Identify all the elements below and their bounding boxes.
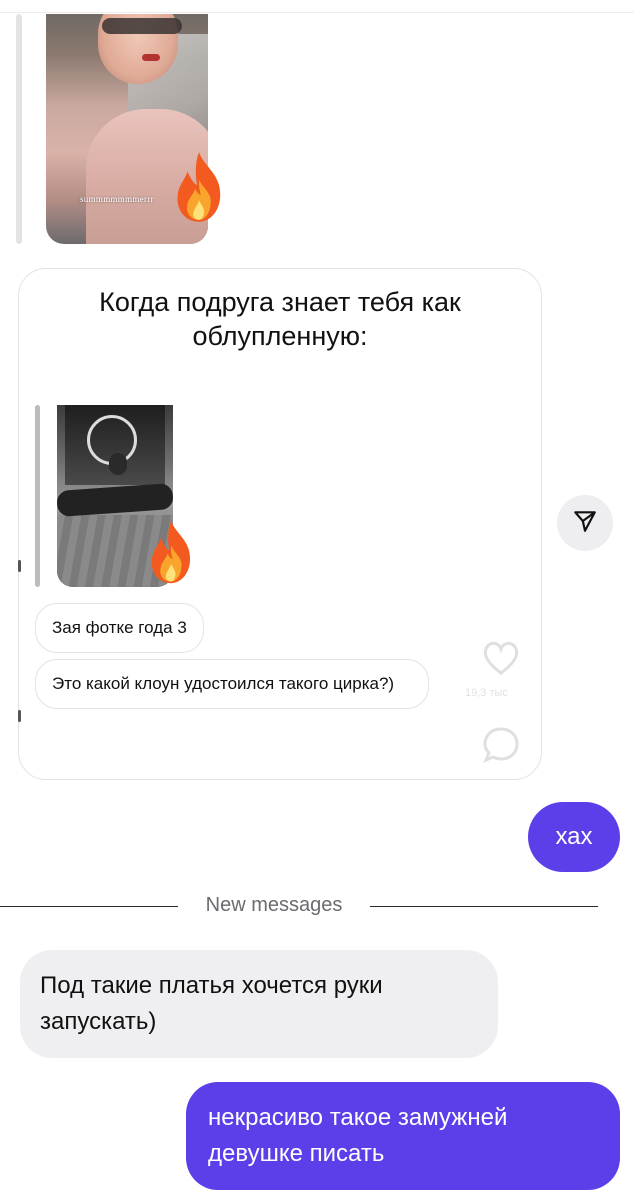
inner-photo-head xyxy=(109,453,127,475)
shared-post-title-line-2: облупленную: xyxy=(192,321,368,351)
message-incoming-1[interactable]: Под такие платья хочется руки запускать) xyxy=(20,950,498,1058)
card-edge-mark xyxy=(18,710,21,722)
shared-comment-2: Это какой клоун удостоился такого цирка?… xyxy=(35,659,429,709)
shared-comment-1: Зая фотке года 3 xyxy=(35,603,204,653)
message-text: некрасиво такое замужней девушке писать xyxy=(208,1104,508,1167)
message-text: Под такие платья хочется руки запускать) xyxy=(40,972,383,1035)
message-text: хах xyxy=(555,823,593,850)
new-messages-label: New messages xyxy=(205,894,343,916)
divider-line-left xyxy=(0,906,178,907)
paper-plane-icon xyxy=(572,508,598,539)
heart-icon xyxy=(481,641,521,675)
inner-fire-reaction-icon xyxy=(145,519,197,585)
card-edge-mark xyxy=(18,560,21,572)
top-divider xyxy=(0,12,634,13)
shared-post-title-line-1: Когда подруга знает тебя как xyxy=(99,287,461,317)
shared-post-card[interactable]: Когда подруга знает тебя как облупленную… xyxy=(18,268,542,780)
fire-reaction-icon xyxy=(170,150,228,224)
shared-post-title: Когда подруга знает тебя как облупленную… xyxy=(19,285,541,353)
reply-thread-bar xyxy=(16,14,22,244)
photo-caption: summmmmmmerrr xyxy=(80,194,154,204)
message-outgoing-1[interactable]: хах xyxy=(528,802,620,872)
message-outgoing-2[interactable]: некрасиво такое замужней девушке писать xyxy=(186,1082,620,1190)
divider-line-right xyxy=(370,906,598,907)
inner-reply-bar xyxy=(35,405,40,587)
share-button[interactable] xyxy=(557,495,613,551)
inner-photo-person xyxy=(57,482,173,518)
new-messages-divider: New messages xyxy=(0,892,634,922)
comment-bubble-icon xyxy=(481,725,521,765)
photo-lips xyxy=(142,54,160,61)
photo-sunglasses xyxy=(102,18,182,34)
like-count: 19,3 тыс xyxy=(465,687,508,699)
